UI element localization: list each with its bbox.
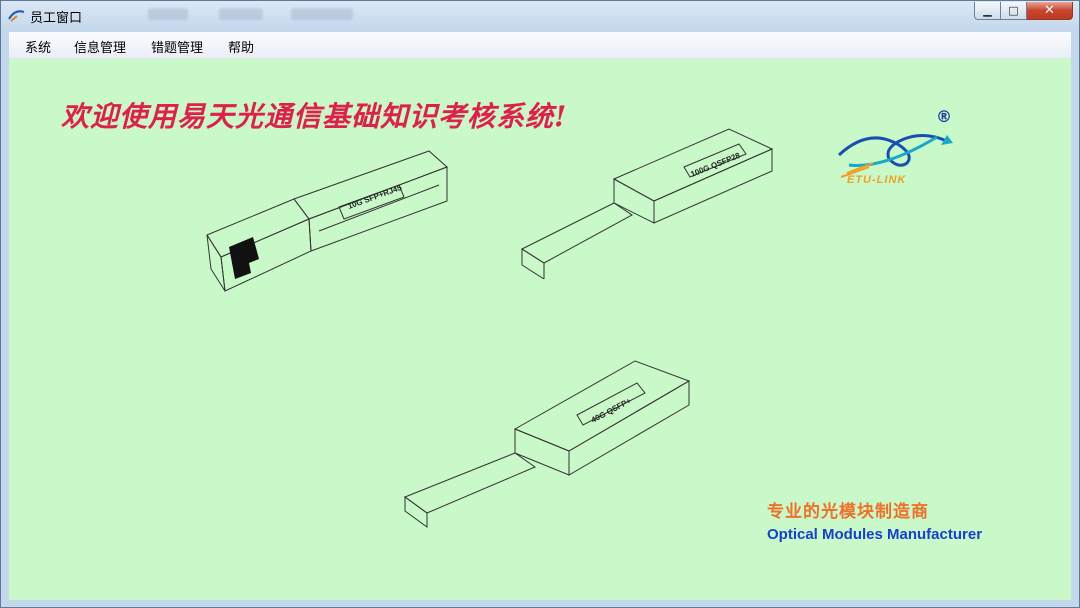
blurred-background-text — [148, 8, 188, 20]
app-window: 员工窗口 ▁ □ ✕ 系统 信息管理 错题管理 帮助 欢迎使用易天光通信基础知识… — [0, 0, 1080, 608]
qsfp28-module-illustration: 100G QSFP28 — [520, 128, 774, 279]
tagline-chinese: 专业的光模块制造商 — [767, 502, 929, 522]
maximize-icon: □ — [1008, 4, 1019, 17]
blurred-background-text — [291, 8, 353, 20]
app-icon — [8, 10, 25, 22]
close-button[interactable]: ✕ — [1027, 2, 1073, 20]
menu-wrong-questions[interactable]: 错题管理 — [151, 37, 203, 56]
menu-info-management[interactable]: 信息管理 — [74, 37, 126, 56]
tagline-english: Optical Modules Manufacturer — [767, 526, 983, 543]
blurred-background-text — [219, 8, 263, 20]
window-title: 员工窗口 — [30, 11, 83, 26]
minimize-button[interactable]: ▁ — [974, 2, 1001, 20]
title-bar[interactable]: 员工窗口 ▁ □ ✕ — [1, 1, 1079, 29]
logo-text: ETU-LINK — [847, 174, 907, 186]
menu-system[interactable]: 系统 — [25, 37, 51, 56]
close-icon: ✕ — [1044, 3, 1055, 18]
window-controls: ▁ □ ✕ — [974, 2, 1073, 20]
minimize-icon: ▁ — [983, 4, 992, 17]
qsfp-plus-module-illustration: 40G QSFP+ — [403, 360, 691, 528]
registered-mark: ® — [936, 107, 952, 126]
welcome-banner: 欢迎使用易天光通信基础知识考核系统! — [61, 100, 568, 133]
maximize-button[interactable]: □ — [1001, 2, 1027, 20]
module-label: 100G QSFP28 — [689, 151, 742, 179]
menu-help[interactable]: 帮助 — [228, 37, 254, 56]
sfp-rj45-module-illustration: 10G SFP+RJ45 — [206, 150, 448, 292]
module-label: 40G QSFP+ — [590, 396, 633, 425]
menu-bar: 系统 信息管理 错题管理 帮助 — [9, 32, 1071, 59]
module-label: 10G SFP+RJ45 — [347, 183, 404, 211]
main-content: 欢迎使用易天光通信基础知识考核系统! ® ETU-LINK 10G SFP+RJ — [9, 59, 1071, 600]
